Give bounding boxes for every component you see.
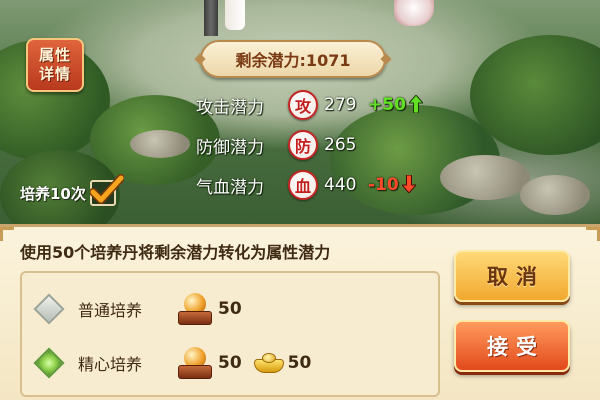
character-figure (225, 0, 245, 30)
option-radio-selected[interactable] (33, 347, 65, 379)
option-radio-unselected[interactable] (33, 293, 65, 325)
cancel-button[interactable]: 取消 (454, 250, 570, 302)
pillar-decoration (204, 0, 218, 36)
stat-row-hp: 气血潜力 血 440 -10 (196, 170, 416, 200)
arrow-up-icon (408, 95, 423, 113)
stat-label: 攻击潜力 (196, 97, 264, 118)
stat-label: 防御潜力 (196, 137, 264, 158)
train-ten-times-checkbox[interactable] (89, 174, 124, 206)
training-pill-icon (178, 345, 212, 381)
stat-delta: +50 (368, 95, 423, 115)
hp-icon: 血 (288, 170, 318, 200)
train-ten-times-toggle[interactable]: 培养10次 (20, 174, 124, 206)
attribute-details-label-line2: 详情 (38, 65, 71, 83)
remaining-potential-text: 剩余潜力:1071 (235, 51, 351, 70)
panel-corner-ornament (0, 227, 14, 241)
stat-row-defense: 防御潜力 防 265 (196, 130, 368, 160)
stat-value: 265 (324, 135, 357, 155)
stat-value: 279 (324, 95, 357, 115)
training-description: 使用50个培养丹将剩余潜力转化为属性潜力 (20, 243, 331, 262)
arrow-down-icon (401, 175, 416, 193)
pill-cost: 50 (218, 299, 242, 319)
gold-ingot-icon (253, 351, 284, 375)
stat-value: 440 (324, 175, 357, 195)
pill-cost: 50 (218, 353, 242, 373)
character-figure (394, 0, 434, 26)
stat-delta-text: +50 (368, 95, 406, 115)
option-name: 精心培养 (78, 355, 143, 374)
option-name: 普通培养 (78, 301, 143, 320)
remaining-potential-plate: 剩余潜力:1071 (200, 40, 386, 78)
attribute-details-label-line1: 属性 (38, 46, 71, 64)
defense-icon: 防 (288, 130, 318, 160)
accept-button[interactable]: 接受 (454, 320, 570, 372)
stone-decoration (130, 130, 190, 158)
attack-icon: 攻 (288, 90, 318, 120)
attribute-details-button[interactable]: 属性 详情 (26, 38, 84, 92)
gold-cost: 50 (287, 353, 312, 373)
option-normal-training[interactable]: 普通培养 50 (32, 289, 254, 329)
stat-label: 气血潜力 (196, 177, 264, 198)
training-pill-icon (178, 291, 212, 327)
stone-decoration (440, 155, 530, 200)
training-options: 普通培养 50 精心培养 50 50 (20, 271, 440, 397)
stat-delta-text: -10 (368, 175, 399, 195)
accept-button-label: 接受 (487, 335, 545, 359)
checkmark-icon (89, 174, 124, 204)
stat-delta: -10 (368, 175, 416, 195)
stat-row-attack: 攻击潜力 攻 279 +50 (196, 90, 423, 120)
cancel-button-label: 取消 (487, 265, 545, 289)
option-careful-training[interactable]: 精心培养 50 50 (32, 343, 323, 383)
panel-corner-ornament (586, 227, 600, 241)
train-ten-times-label: 培养10次 (20, 184, 86, 203)
stone-decoration (520, 175, 590, 215)
